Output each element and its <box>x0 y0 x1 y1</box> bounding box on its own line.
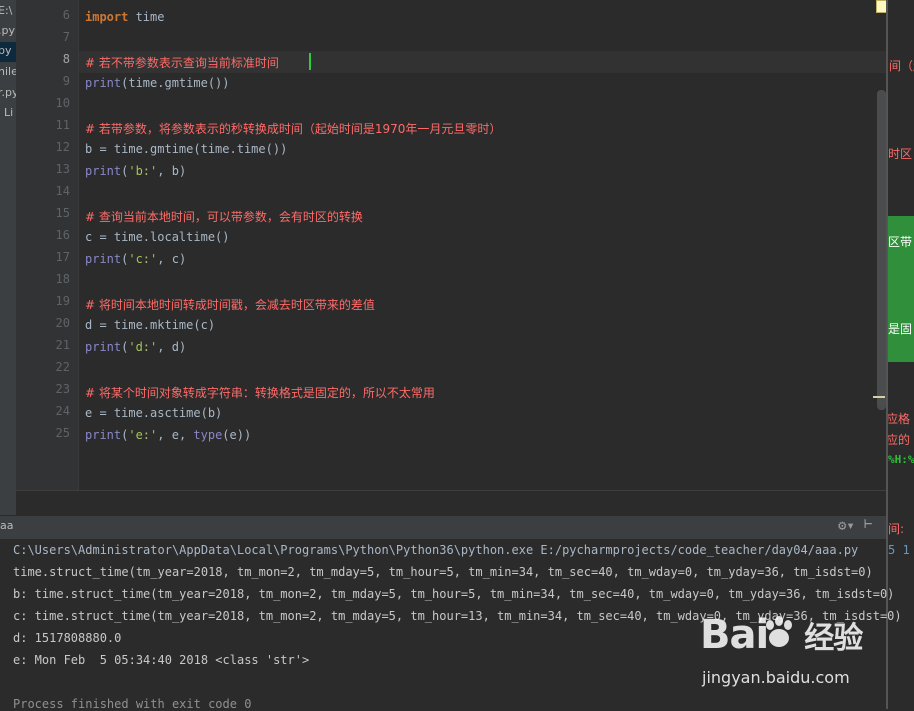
right-panel-text: 应的 <box>888 433 911 447</box>
right-panel-text: 时区 <box>888 147 913 161</box>
line-number-gutter: 6 7 8 9 10 11 12 13 14 15 16 17 18 19 20 21 22 23 24 25 <box>16 0 78 490</box>
console-line: e: Mon Feb 5 05:34:40 2018 <class 'str'> <box>13 653 310 667</box>
right-panel-text: 区带 <box>888 235 913 249</box>
code-line[interactable]: print(time.gmtime()) <box>85 76 230 90</box>
code-token: type <box>193 428 223 442</box>
code-token: # 查询当前本地时间，可以带参数，会有时区的转换 <box>85 210 363 224</box>
code-token: e = time.asctime(b) <box>85 406 223 420</box>
line-number[interactable]: 12 <box>30 140 70 154</box>
right-panel-text: 5 1 <box>888 543 910 557</box>
line-number[interactable]: 7 <box>30 30 70 44</box>
code-line[interactable]: # 若不带参数表示查询当前标准时间 <box>85 54 279 71</box>
line-number[interactable]: 8 <box>30 52 70 66</box>
code-token: time.gmtime(time.time()) <box>106 142 288 156</box>
code-token: time <box>128 10 165 24</box>
code-token: 'e:' <box>128 428 158 442</box>
project-item[interactable]: hile <box>0 65 16 78</box>
code-line[interactable]: # 查询当前本地时间，可以带参数，会有时区的转换 <box>85 208 363 225</box>
line-number[interactable]: 17 <box>30 250 70 264</box>
line-number[interactable]: 15 <box>30 206 70 220</box>
line-number[interactable]: 13 <box>30 162 70 176</box>
line-number[interactable]: 25 <box>30 426 70 440</box>
code-token: , b) <box>157 164 187 178</box>
right-panel-text: 是固 <box>888 322 913 336</box>
editor-footer <box>16 490 886 516</box>
baidu-jingyan-watermark: Bai 经验 jingyan.baidu.com <box>700 612 870 692</box>
line-number[interactable]: 22 <box>30 360 70 374</box>
run-tab-label[interactable]: aa <box>0 519 13 532</box>
code-line[interactable]: print('b:', b) <box>85 164 186 178</box>
project-item[interactable]: Li <box>4 106 13 119</box>
code-token: # 将时间本地时间转成时间戳，会减去时区带来的差值 <box>85 298 375 312</box>
line-number[interactable]: 14 <box>30 184 70 198</box>
right-panel-text: %H:% <box>888 453 914 466</box>
right-editor-panel: 间（起 时区 区带 是固 应格 应的 %H:% 间: 5 1 <box>888 0 914 709</box>
line-number[interactable]: 23 <box>30 382 70 396</box>
project-item[interactable]: r.py <box>0 86 16 99</box>
code-token: = <box>99 142 107 156</box>
code-token: # 若带参数，将参数表示的秒转换成时间（起始时间是1970年一月元旦零时） <box>85 122 502 136</box>
code-line[interactable]: e = time.asctime(b) <box>85 406 222 420</box>
code-line[interactable]: # 将时间本地时间转成时间戳，会减去时区带来的差值 <box>85 296 375 313</box>
line-number[interactable]: 18 <box>30 272 70 286</box>
code-line[interactable]: import time <box>85 10 164 24</box>
code-token: c = time.localtime() <box>85 230 230 244</box>
code-token: 'b:' <box>128 164 158 178</box>
code-token: , e, <box>157 428 194 442</box>
code-token: print <box>85 340 122 354</box>
run-panel-header <box>0 515 886 540</box>
line-number[interactable]: 19 <box>30 294 70 308</box>
code-token: print <box>85 76 122 90</box>
code-line[interactable]: print('d:', d) <box>85 340 186 354</box>
right-panel-text: 应格 <box>888 412 911 426</box>
code-token: print <box>85 428 122 442</box>
code-token: import <box>85 10 129 24</box>
code-line[interactable]: # 将某个时间对象转成字符串：转换格式是固定的，所以不太常用 <box>85 384 435 401</box>
code-line[interactable]: print('c:', c) <box>85 252 186 266</box>
code-line[interactable]: d = time.mktime(c) <box>85 318 215 332</box>
line-number[interactable]: 9 <box>30 74 70 88</box>
right-panel-text: 间: <box>888 522 905 536</box>
gear-icon[interactable]: ⚙▾ <box>838 518 855 534</box>
code-token: # 若不带参数表示查询当前标准时间 <box>85 56 279 70</box>
watermark-url: jingyan.baidu.com <box>702 668 850 687</box>
code-token: print <box>85 252 122 266</box>
project-item[interactable]: .py <box>0 24 15 37</box>
project-item[interactable]: E:\ <box>0 4 12 17</box>
code-token: 'c:' <box>128 252 158 266</box>
line-number[interactable]: 10 <box>30 96 70 110</box>
line-number[interactable]: 20 <box>30 316 70 330</box>
line-number[interactable]: 24 <box>30 404 70 418</box>
code-line[interactable]: # 若带参数，将参数表示的秒转换成时间（起始时间是1970年一月元旦零时） <box>85 120 501 137</box>
console-line: d: 1517808880.0 <box>13 631 122 645</box>
right-panel-text: 间（起 <box>889 59 914 73</box>
code-token: , d) <box>157 340 187 354</box>
code-token: d = time.mktime(c) <box>85 318 216 332</box>
project-item[interactable]: py <box>0 44 12 57</box>
code-line[interactable]: b = time.gmtime(time.time()) <box>85 142 287 156</box>
code-line[interactable]: c = time.localtime() <box>85 230 230 244</box>
project-tree-panel: E:\ .py py hile r.py Li <box>0 0 16 515</box>
error-stripe-marker[interactable] <box>873 396 885 398</box>
console-line: time.struct_time(tm_year=2018, tm_mon=2,… <box>13 565 873 579</box>
console-line: b: time.struct_time(tm_year=2018, tm_mon… <box>13 587 895 601</box>
line-number[interactable]: 16 <box>30 228 70 242</box>
code-token: b <box>85 142 100 156</box>
code-line[interactable]: print('e:', e, type(e)) <box>85 428 251 442</box>
line-number[interactable]: 21 <box>30 338 70 352</box>
editor-scrollbar[interactable] <box>877 90 886 410</box>
code-token: # 将某个时间对象转成字符串：转换格式是固定的，所以不太常用 <box>85 386 435 400</box>
hide-panel-icon[interactable]: ⊢ <box>864 516 872 532</box>
code-token: (time.gmtime()) <box>121 76 230 90</box>
code-token: print <box>85 164 122 178</box>
code-token: 'd:' <box>128 340 158 354</box>
line-number[interactable]: 6 <box>30 8 70 22</box>
text-caret <box>309 53 311 70</box>
line-number[interactable]: 11 <box>30 118 70 132</box>
code-token: , c) <box>157 252 187 266</box>
paw-icon <box>766 616 792 647</box>
console-line[interactable]: C:\Users\Administrator\AppData\Local\Pro… <box>13 543 858 557</box>
code-token: (e)) <box>222 428 252 442</box>
